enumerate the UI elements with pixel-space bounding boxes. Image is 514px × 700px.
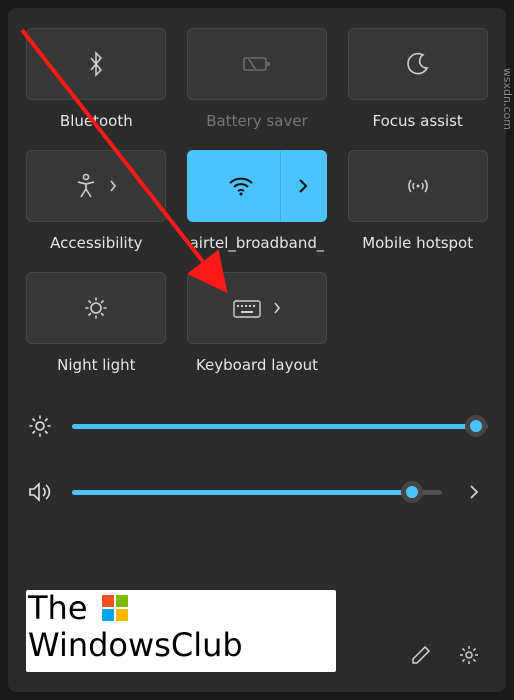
brightness-icon	[26, 414, 54, 438]
tile-focus-label: Focus assist	[373, 112, 463, 130]
chevron-right-icon	[468, 484, 480, 500]
moon-icon	[405, 51, 431, 77]
footer: The WindowsClub	[26, 544, 488, 672]
settings-button[interactable]	[458, 644, 480, 666]
volume-slider[interactable]	[72, 490, 442, 495]
brightness-thumb[interactable]	[465, 415, 487, 437]
source-watermark: wsxdn.com	[501, 68, 514, 130]
tile-focus-wrap: Focus assist	[347, 28, 488, 130]
tile-accessibility[interactable]	[26, 150, 166, 222]
bluetooth-icon	[85, 50, 107, 78]
tile-battery-label: Battery saver	[206, 112, 308, 130]
watermark-logo: The WindowsClub	[26, 590, 336, 672]
chevron-right-icon	[272, 301, 282, 315]
tile-hotspot-wrap: Mobile hotspot	[347, 150, 488, 252]
tile-nightlight-label: Night light	[57, 356, 135, 374]
pencil-icon	[410, 644, 432, 666]
chevron-right-icon	[297, 178, 309, 194]
tile-mobile-hotspot[interactable]	[348, 150, 488, 222]
tile-focus-assist[interactable]	[348, 28, 488, 100]
quick-settings-panel: Bluetooth Battery saver	[8, 8, 506, 692]
windows-flag-icon	[102, 595, 128, 621]
hotspot-icon	[404, 174, 432, 198]
watermark-line2: WindowsClub	[28, 626, 243, 664]
volume-slider-row	[26, 480, 488, 504]
wifi-icon	[213, 175, 255, 197]
tile-nightlight-wrap: Night light	[26, 272, 167, 374]
battery-saver-icon	[242, 54, 272, 74]
tile-battery-wrap: Battery saver	[187, 28, 328, 130]
volume-icon	[26, 480, 54, 504]
tile-accessibility-label: Accessibility	[50, 234, 142, 252]
watermark-line1: The	[28, 589, 88, 627]
brightness-fill	[72, 424, 476, 429]
gear-icon	[458, 644, 480, 666]
tile-night-light[interactable]	[26, 272, 166, 344]
tile-wifi-wrap: airtel_broadband_	[187, 150, 328, 252]
brightness-slider-row	[26, 414, 488, 438]
brightness-slider[interactable]	[72, 424, 488, 429]
tile-hotspot-label: Mobile hotspot	[362, 234, 473, 252]
tiles-grid: Bluetooth Battery saver	[26, 28, 488, 374]
volume-fill	[72, 490, 412, 495]
tile-keyboard-layout[interactable]	[187, 272, 327, 344]
chevron-right-icon	[108, 179, 118, 193]
accessibility-icon	[74, 173, 118, 199]
tile-keyboard-label: Keyboard layout	[196, 356, 318, 374]
tile-bluetooth[interactable]	[26, 28, 166, 100]
edit-button[interactable]	[410, 644, 432, 666]
tile-bluetooth-label: Bluetooth	[60, 112, 133, 130]
volume-thumb[interactable]	[401, 481, 423, 503]
tile-wifi-expand[interactable]	[280, 151, 326, 221]
tile-bluetooth-wrap: Bluetooth	[26, 28, 167, 130]
tile-wifi-label: airtel_broadband_	[190, 234, 325, 252]
tile-accessibility-wrap: Accessibility	[26, 150, 167, 252]
footer-icons	[410, 644, 488, 672]
tile-wifi[interactable]	[187, 150, 327, 222]
tile-battery-saver[interactable]	[187, 28, 327, 100]
keyboard-icon	[232, 297, 282, 319]
night-light-icon	[83, 295, 109, 321]
sliders-section	[26, 414, 488, 504]
volume-expand-button[interactable]	[460, 484, 488, 500]
tile-keyboard-wrap: Keyboard layout	[187, 272, 328, 374]
